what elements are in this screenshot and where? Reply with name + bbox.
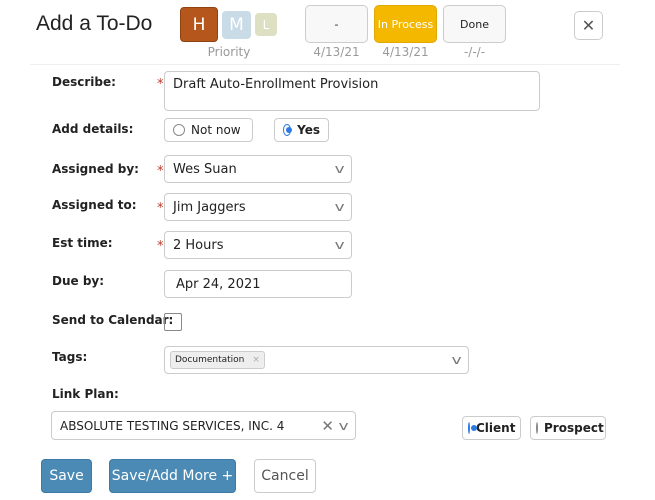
save-button[interactable]: Save bbox=[41, 459, 92, 493]
required-marker: * bbox=[157, 77, 164, 92]
header-divider bbox=[30, 64, 620, 65]
assigned-to-value: Jim Jaggers bbox=[173, 199, 246, 215]
add-details-not-now-radio[interactable]: Not now bbox=[164, 118, 253, 142]
status-none-button[interactable]: - bbox=[305, 5, 368, 43]
status-none-date: 4/13/21 bbox=[313, 45, 360, 59]
est-time-select[interactable]: 2 Hours v bbox=[164, 231, 352, 259]
chevron-down-icon: v bbox=[334, 200, 345, 214]
chevron-down-icon: v bbox=[334, 162, 345, 176]
priority-high-button[interactable]: H bbox=[180, 7, 218, 42]
prospect-radio[interactable]: Prospect bbox=[530, 416, 606, 440]
chevron-down-icon: v bbox=[451, 353, 462, 367]
dialog-title: Add a To-Do bbox=[36, 12, 153, 35]
tags-select[interactable]: Documentation × v bbox=[164, 346, 469, 374]
assigned-by-select[interactable]: Wes Suan v bbox=[164, 155, 352, 183]
prospect-label: Prospect bbox=[544, 421, 604, 435]
describe-label: Describe: bbox=[52, 75, 116, 89]
tags-label: Tags: bbox=[52, 350, 88, 364]
due-by-input[interactable]: Apr 24, 2021 bbox=[164, 270, 352, 298]
est-time-value: 2 Hours bbox=[173, 237, 224, 253]
required-marker: * bbox=[157, 239, 164, 254]
client-radio[interactable]: Client bbox=[462, 416, 521, 440]
chevron-down-icon: v bbox=[338, 418, 349, 433]
tag-chip: Documentation × bbox=[170, 351, 265, 369]
link-plan-select[interactable]: ABSOLUTE TESTING SERVICES, INC. 4 ✕ v bbox=[51, 411, 356, 440]
status-done-date: -/-/- bbox=[463, 45, 486, 59]
priority-low-button[interactable]: L bbox=[255, 13, 277, 36]
priority-medium-button[interactable]: M bbox=[222, 11, 251, 39]
send-to-calendar-checkbox[interactable] bbox=[164, 313, 182, 331]
yes-label: Yes bbox=[297, 123, 320, 137]
clear-icon[interactable]: ✕ bbox=[321, 417, 334, 435]
add-details-yes-radio[interactable]: Yes bbox=[274, 118, 329, 142]
send-to-calendar-label: Send to Calendar: bbox=[52, 313, 174, 327]
tag-label: Documentation bbox=[175, 355, 245, 365]
close-icon[interactable]: ✕ bbox=[574, 11, 603, 40]
est-time-label: Est time: bbox=[52, 236, 113, 250]
describe-input[interactable]: Draft Auto-Enrollment Provision bbox=[164, 71, 540, 111]
not-now-label: Not now bbox=[191, 123, 241, 137]
client-label: Client bbox=[476, 421, 516, 435]
link-plan-label: Link Plan: bbox=[52, 387, 119, 401]
assigned-to-select[interactable]: Jim Jaggers v bbox=[164, 193, 352, 221]
assigned-by-label: Assigned by: bbox=[52, 162, 139, 176]
add-details-label: Add details: bbox=[52, 122, 134, 136]
status-in-process-date: 4/13/21 bbox=[382, 45, 429, 59]
save-add-more-button[interactable]: Save/Add More + bbox=[109, 459, 236, 493]
chevron-down-icon: v bbox=[334, 238, 345, 252]
cancel-button[interactable]: Cancel bbox=[254, 459, 316, 493]
priority-label: Priority bbox=[207, 45, 251, 59]
required-marker: * bbox=[157, 201, 164, 216]
status-in-process-button[interactable]: In Process bbox=[374, 5, 437, 43]
due-by-label: Due by: bbox=[52, 274, 105, 288]
assigned-by-value: Wes Suan bbox=[173, 161, 237, 177]
link-plan-value: ABSOLUTE TESTING SERVICES, INC. 4 bbox=[60, 418, 285, 433]
assigned-to-label: Assigned to: bbox=[52, 198, 137, 212]
required-marker: * bbox=[157, 164, 164, 179]
status-done-button[interactable]: Done bbox=[443, 5, 506, 43]
remove-tag-icon[interactable]: × bbox=[252, 355, 260, 365]
